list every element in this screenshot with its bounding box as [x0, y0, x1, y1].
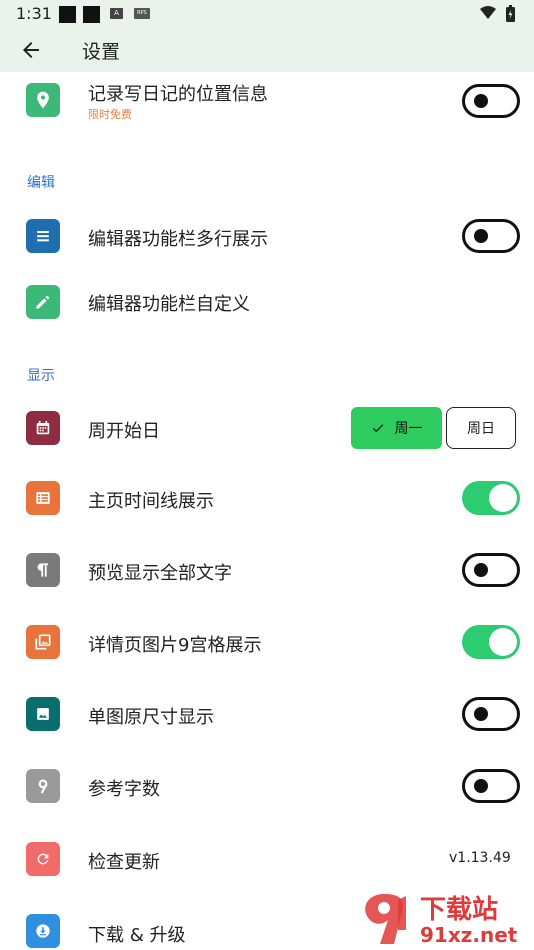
watermark-text-cn: 下载站 — [420, 895, 498, 925]
single-original-toggle[interactable] — [462, 697, 520, 731]
section-header-edit: 编辑 — [27, 175, 55, 191]
monday-label: 周一 — [394, 421, 423, 437]
settings-row-timeline[interactable]: 主页时间线展示 — [0, 464, 534, 536]
limited-free-badge: 限时免费 — [88, 108, 132, 121]
a-badge-icon: A — [110, 8, 123, 19]
row-label: 编辑器功能栏自定义 — [88, 294, 250, 315]
section-header-display: 显示 — [27, 368, 55, 384]
photo-library-icon — [26, 625, 60, 659]
back-arrow-icon[interactable] — [19, 38, 43, 62]
row-label: 检查更新 — [88, 852, 160, 873]
row-label: 主页时间线展示 — [88, 491, 214, 512]
location-toggle[interactable] — [462, 84, 520, 118]
row-label: 预览显示全部文字 — [88, 563, 232, 584]
grid9-toggle[interactable] — [462, 625, 520, 659]
row-label: 单图原尺寸显示 — [88, 707, 214, 728]
image-icon — [26, 697, 60, 731]
wifi-battery-icon — [480, 5, 515, 22]
status-time: 1:31 — [16, 4, 52, 23]
row-label: 编辑器功能栏多行展示 — [88, 229, 268, 250]
settings-row-location[interactable]: 记录写日记的位置信息 限时免费 — [0, 72, 534, 146]
rps-badge-icon: RPS — [134, 8, 150, 19]
row-label: 详情页图片9宫格展示 — [88, 635, 262, 656]
notification-icon — [59, 6, 76, 23]
location-pin-icon — [26, 83, 60, 117]
page-title: 设置 — [82, 41, 121, 63]
timeline-toggle[interactable] — [462, 481, 520, 515]
settings-row-grid9[interactable]: 详情页图片9宫格展示 — [0, 608, 534, 680]
menu-lines-icon — [26, 219, 60, 253]
settings-row-editor-custom[interactable]: 编辑器功能栏自定义 — [0, 272, 534, 332]
notification-icon — [83, 6, 100, 23]
row-label: 参考字数 — [88, 779, 160, 800]
refresh-icon — [26, 842, 60, 876]
preview-all-toggle[interactable] — [462, 553, 520, 587]
week-start-monday-button[interactable]: 周一 — [351, 407, 442, 449]
row-label: 记录写日记的位置信息 — [88, 84, 268, 105]
pilcrow-icon — [26, 553, 60, 587]
check-icon — [372, 424, 383, 433]
settings-row-preview-all[interactable]: 预览显示全部文字 — [0, 536, 534, 608]
version-label: v1.13.49 — [449, 850, 511, 866]
editor-multiline-toggle[interactable] — [462, 219, 520, 253]
watermark-url: 91xz.net — [420, 923, 518, 947]
settings-row-editor-multiline[interactable]: 编辑器功能栏多行展示 — [0, 200, 534, 272]
settings-row-week-start[interactable]: 周开始日 周一 周日 — [0, 392, 534, 464]
settings-row-single-original[interactable]: 单图原尺寸显示 — [0, 680, 534, 752]
site-watermark: 下载站 91xz.net — [365, 894, 518, 947]
calendar-icon — [26, 411, 60, 445]
app-bar: 设置 — [0, 28, 534, 72]
settings-row-word-count[interactable]: 参考字数 — [0, 752, 534, 824]
word-count-toggle[interactable] — [462, 769, 520, 803]
week-start-sunday-button[interactable]: 周日 — [446, 407, 516, 449]
pencil-icon — [26, 285, 60, 319]
status-bar: 1:31 A RPS — [0, 0, 534, 28]
list-table-icon — [26, 481, 60, 515]
row-label: 周开始日 — [88, 421, 160, 442]
sunday-label: 周日 — [467, 421, 495, 437]
download-icon — [26, 914, 60, 948]
number-nine-icon — [26, 769, 60, 803]
row-label: 下载 & 升级 — [88, 925, 186, 946]
